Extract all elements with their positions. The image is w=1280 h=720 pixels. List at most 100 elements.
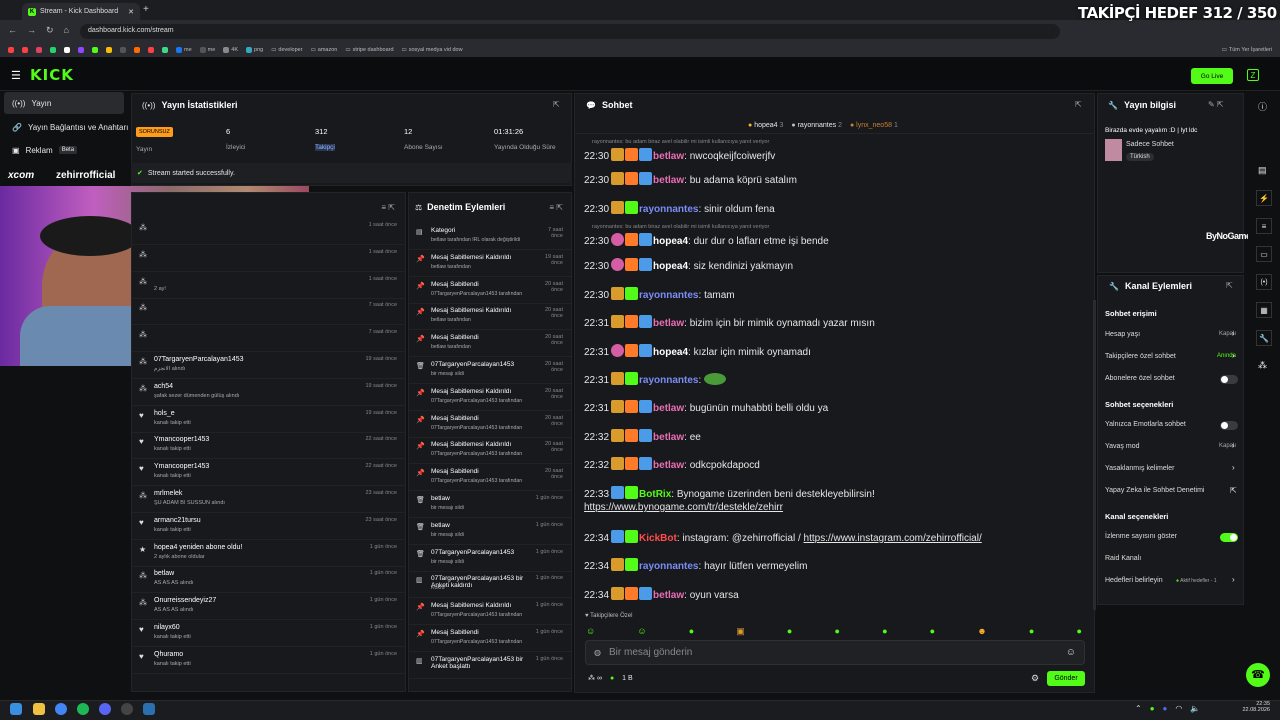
browser-tab[interactable]: K Stream - Kick Dashboard ✕ bbox=[22, 3, 140, 20]
moderation-row[interactable]: 🗑 betlaw bir mesajı sildi 1 gün önce bbox=[409, 518, 571, 545]
emote-only-toggle[interactable] bbox=[1220, 421, 1238, 430]
chevron-right-icon[interactable]: › bbox=[1232, 575, 1235, 584]
external-link-icon[interactable]: ⇱ bbox=[1230, 486, 1237, 495]
sidebar-item-stream[interactable]: ((•)) Yayın bbox=[4, 92, 124, 114]
chat-message[interactable]: 22:31 hopea4: kızlar için mimik oynamadı bbox=[584, 344, 811, 358]
new-tab-icon[interactable]: + bbox=[143, 4, 149, 15]
chat-message[interactable]: 22:32 betlaw: odkcpokdapocd bbox=[584, 457, 760, 471]
moderation-row[interactable]: 📌 Mesaj Sabitlemesi Kaldırıldı 07Targaryen… bbox=[409, 437, 571, 465]
activity-row[interactable]: ⁂ mrlmelek ŞU ADAM BI SUSSUN alındı 23 saat… bbox=[132, 486, 405, 513]
infinity-icon[interactable]: ⁂ ∞ bbox=[588, 674, 602, 682]
obs-icon[interactable] bbox=[121, 703, 133, 715]
chat-username[interactable]: hopea4 bbox=[653, 347, 688, 358]
bookmark-folder-developer[interactable]: ▭ developer bbox=[271, 47, 302, 53]
back-icon[interactable]: ← bbox=[8, 25, 17, 36]
activity-row[interactable]: ♥ Ymancooper1453 kanalı takip etti 22 saat … bbox=[132, 459, 405, 487]
moderation-row[interactable]: ▥ 07TargaryenParcalayan1453 bir Anketi ka… bbox=[409, 571, 571, 599]
moderation-row[interactable]: ▤ Kategori betlaw tarafından IRL olarak de… bbox=[409, 223, 571, 250]
activity-row[interactable]: ⁂ 7 saat önce bbox=[132, 325, 405, 353]
lightning-icon[interactable]: ⚡ bbox=[1256, 190, 1272, 206]
emote-icon[interactable]: ● bbox=[1029, 626, 1034, 636]
bookmark-4k[interactable]: 4K bbox=[223, 46, 238, 53]
bookmark-folder-stripe[interactable]: ▭ stripe dashboard bbox=[345, 47, 393, 53]
discord-icon[interactable] bbox=[99, 703, 111, 715]
slow-mode-setting[interactable]: Yavaş mod bbox=[1105, 443, 1140, 450]
moderation-row[interactable]: 📌 Mesaj Sabitlendi 07TargaryenParcalayan14… bbox=[409, 464, 571, 492]
volume-icon[interactable]: 🔈 bbox=[1190, 704, 1200, 713]
sidebar-item-stream-key[interactable]: 🔗 Yayın Bağlantısı ve Anahtarı bbox=[4, 116, 130, 138]
clock[interactable]: 22:35 22.08.2026 bbox=[1240, 701, 1270, 713]
bookmark-icon[interactable] bbox=[8, 46, 14, 53]
sidebar-item-ads[interactable]: ▣ Reklam Beta bbox=[4, 139, 124, 161]
moderation-row[interactable]: 📌 Mesaj Sabitlemesi Kaldırıldı 07Targaryen… bbox=[409, 598, 571, 626]
emote-icon[interactable]: ☺ bbox=[586, 626, 595, 636]
top-chatter[interactable]: ● hopea4 3 bbox=[748, 122, 783, 129]
bookmark-icon[interactable] bbox=[36, 46, 42, 53]
bookmark-me-2[interactable]: me bbox=[199, 46, 215, 53]
chat-message[interactable]: 22:30 hopea4: dur dur o lafları etme işi … bbox=[584, 233, 829, 247]
activity-row[interactable]: ♥ nilayx60 kanalı takip etti 1 gün önce bbox=[132, 620, 405, 647]
bookmark-icon[interactable] bbox=[148, 46, 154, 53]
chat-username[interactable]: betlaw bbox=[653, 318, 684, 329]
chat-username[interactable]: rayonnantes bbox=[639, 290, 698, 301]
emote-icon[interactable]: ● bbox=[882, 626, 887, 636]
category-name[interactable]: Sadece Sohbet bbox=[1126, 141, 1174, 148]
all-bookmarks[interactable]: ▭ Tüm Yer İşaretleri bbox=[1222, 47, 1272, 53]
popout-icon[interactable]: ⇱ bbox=[1226, 281, 1233, 290]
home-icon[interactable]: ⌂ bbox=[64, 25, 69, 36]
moderation-row[interactable]: 📌 Mesaj Sabitlendi 07TargaryenParcalayan14… bbox=[409, 411, 571, 438]
top-chatter[interactable]: ● rayonnantes 2 bbox=[791, 122, 842, 129]
moderation-row[interactable]: 📌 Mesaj Sabitlemesi Kaldırıldı 07Targaryen… bbox=[409, 384, 571, 411]
chat-username[interactable]: betlaw bbox=[653, 175, 684, 186]
broadcast-rail-icon[interactable]: (•) bbox=[1256, 274, 1272, 290]
windows-start-icon[interactable] bbox=[10, 703, 22, 715]
botrix-link[interactable]: https://www.bynogame.com/tr/destekle/zeh… bbox=[584, 502, 783, 513]
moderation-row[interactable]: 📌 Mesaj Sabitlemesi Kaldırıldı betlaw tara… bbox=[409, 303, 571, 331]
activity-row[interactable]: ♥ hols_e kanalı takip etti 19 saat önce bbox=[132, 406, 405, 433]
activity-row[interactable]: ⁂ 1 saat önce bbox=[132, 245, 405, 272]
kickbot-link[interactable]: https://www.instagram.com/zehirrofficial… bbox=[804, 533, 982, 544]
goals-value[interactable]: ● Aktif hedefler - 1 bbox=[1176, 578, 1217, 584]
emoji-icon[interactable]: ☺ bbox=[1066, 647, 1076, 658]
tray-icon[interactable]: ● bbox=[1163, 704, 1168, 713]
activity-row[interactable]: ♥ Ymancooper1453 kanalı takip etti 22 saat … bbox=[132, 432, 405, 460]
chat-username[interactable]: rayonnantes bbox=[639, 204, 698, 215]
activity-row[interactable]: ⁂ 7 saat önce bbox=[132, 298, 405, 326]
moderation-row[interactable]: 🗑 07TargaryenParcalayan1453 bir mesajı sil… bbox=[409, 357, 571, 384]
activity-row[interactable]: ⁂ Onurreissendeyiz27 AS AS AS alındı 1 gün … bbox=[132, 593, 405, 621]
bookmark-icon[interactable] bbox=[92, 46, 98, 53]
chat-message[interactable]: 22:31 rayonnantes: bbox=[584, 372, 727, 386]
subs-only-toggle[interactable] bbox=[1220, 375, 1238, 384]
moderation-row[interactable]: 📌 Mesaj Sabitlendi 07TargaryenParcalayan14… bbox=[409, 277, 571, 304]
chat-message[interactable]: 22:34 KickBot: instagram: @zehirrofficial… bbox=[584, 530, 982, 544]
bookmark-icon[interactable] bbox=[120, 46, 126, 53]
bookmark-icon[interactable] bbox=[50, 46, 56, 53]
chevron-up-icon[interactable]: ⌃ bbox=[1135, 704, 1142, 713]
kick-profile-icon[interactable]: Z bbox=[1247, 69, 1259, 81]
chat-username[interactable]: BotRix bbox=[639, 489, 671, 500]
message-icon[interactable]: ▭ bbox=[1256, 246, 1272, 262]
kick-logo[interactable]: KICK bbox=[30, 66, 74, 84]
followers-only-setting[interactable]: Takipçilere özel sohbet bbox=[1105, 353, 1176, 360]
spotify-icon[interactable] bbox=[77, 703, 89, 715]
moderation-row[interactable]: 🗑 07TargaryenParcalayan1453 bir mesajı sil… bbox=[409, 545, 571, 572]
activity-row[interactable]: ⁂ 2 ay! 1 saat önce bbox=[132, 272, 405, 299]
chat-username[interactable]: betlaw bbox=[653, 590, 684, 601]
chat-username[interactable]: betlaw bbox=[653, 151, 684, 162]
moderation-row[interactable]: 📌 Mesaj Sabitlemesi Kaldırıldı betlaw tara… bbox=[409, 250, 571, 277]
ai-moderation-setting[interactable]: Yapay Zeka ile Sohbet Denetimi bbox=[1105, 487, 1204, 494]
activity-row[interactable]: ⁂ betlaw AS AS AS alındı 1 gün önce bbox=[132, 566, 405, 594]
emote-icon[interactable]: ☺ bbox=[637, 626, 646, 636]
emote-icon[interactable]: ● bbox=[930, 626, 935, 636]
wrench-rail-icon[interactable]: 🔧 bbox=[1256, 330, 1272, 346]
menu-icon[interactable]: ☰ bbox=[11, 69, 21, 82]
goals-setting[interactable]: Hedefleri belirleyin bbox=[1105, 577, 1163, 584]
moderation-row[interactable]: ▥ 07TargaryenParcalayan1453 bir Anket baş… bbox=[409, 652, 571, 679]
send-button[interactable]: Gönder bbox=[1047, 671, 1085, 686]
bookmark-folder-social[interactable]: ▭ sosyal medya vid dow bbox=[402, 47, 463, 53]
chat-message[interactable]: 22:34 rayonnantes: hayır lütfen vermeyeli… bbox=[584, 558, 807, 572]
moderation-row[interactable]: 📌 Mesaj Sabitlendi betlaw tarafından 20 saa… bbox=[409, 330, 571, 358]
activity-row[interactable]: ♥ Qhuramo kanalı takip etti 1 gün önce bbox=[132, 647, 405, 674]
bookmark-icon[interactable] bbox=[134, 46, 140, 53]
close-tab-icon[interactable]: ✕ bbox=[128, 8, 134, 16]
